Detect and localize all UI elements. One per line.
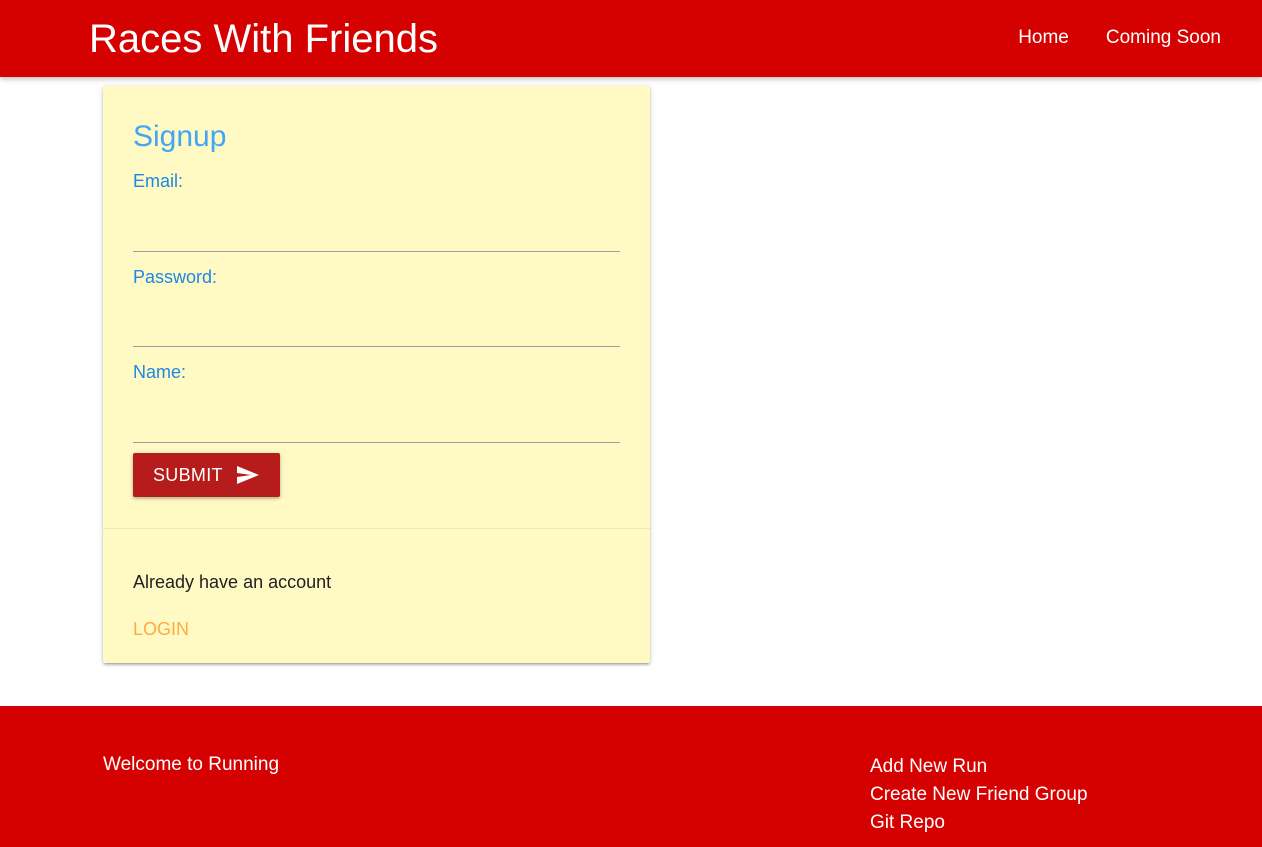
signup-title: Signup	[133, 120, 227, 153]
nav-home-link[interactable]: Home	[1018, 23, 1069, 53]
submit-button-label: SUBMIT	[153, 465, 223, 485]
card-divider	[103, 528, 650, 529]
nav-coming-soon-link[interactable]: Coming Soon	[1106, 23, 1221, 53]
footer-link-git-repo[interactable]: Git Repo	[870, 809, 1088, 837]
email-field[interactable]	[133, 215, 620, 252]
send-icon	[237, 466, 259, 484]
password-label: Password:	[133, 267, 218, 287]
footer-link-create-friend-group[interactable]: Create New Friend Group	[870, 781, 1088, 809]
nav-links: Home Coming Soon	[981, 23, 1221, 53]
footer-welcome-text: Welcome to Running	[103, 754, 280, 775]
footer-links: Add New Run Create New Friend Group Git …	[870, 753, 1088, 837]
name-field[interactable]	[133, 406, 620, 443]
email-label: Email:	[133, 171, 184, 191]
top-navbar: Races With Friends Home Coming Soon	[0, 0, 1262, 77]
page-footer: Welcome to Running Add New Run Create Ne…	[0, 706, 1262, 847]
signup-card: Signup Email: Password: Name: SUBMIT Alr…	[103, 86, 650, 663]
name-label: Name:	[133, 362, 187, 382]
footer-link-add-new-run[interactable]: Add New Run	[870, 753, 1088, 781]
login-link[interactable]: LOGIN	[133, 618, 189, 640]
brand-logo[interactable]: Races With Friends	[89, 14, 438, 64]
submit-button[interactable]: SUBMIT	[133, 453, 280, 497]
account-prompt: Already have an account	[133, 572, 332, 592]
password-field[interactable]	[133, 310, 620, 347]
